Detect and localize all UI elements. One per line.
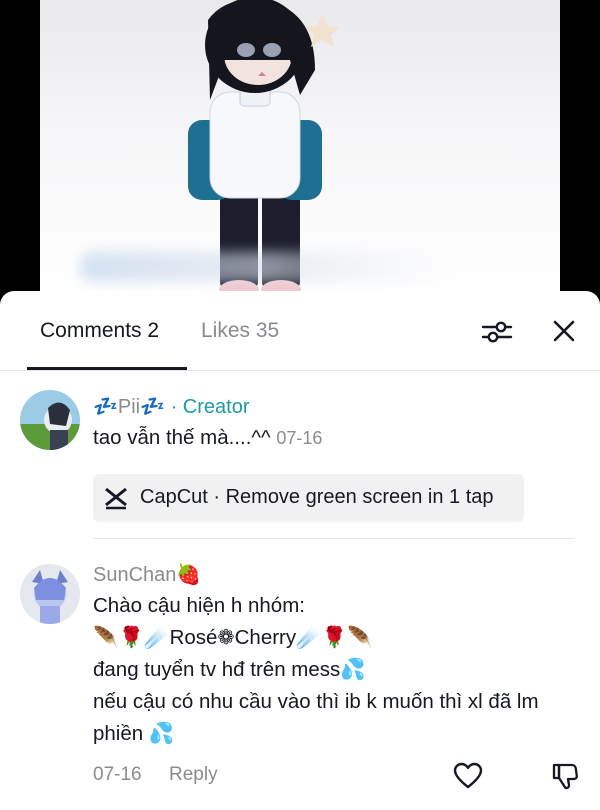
thumbs-down-icon xyxy=(552,763,578,790)
creator-badge: · Creator xyxy=(165,396,250,418)
avatar[interactable] xyxy=(20,564,80,624)
comment-timestamp: 07-16 xyxy=(276,428,323,448)
capcut-promo[interactable]: CapCut · Remove green screen in 1 tap xyxy=(93,474,524,522)
comment-body: tao vẫn thế mà....^^ xyxy=(93,426,271,449)
tab-bar: Comments 2 Likes 35 xyxy=(0,291,600,371)
comment-line: đang tuyển tv hđ trên mess💦 xyxy=(93,658,366,681)
comment-text: tao vẫn thế mà....^^ 07-16 xyxy=(93,422,322,454)
comment-timestamp: 07-16 xyxy=(93,764,142,785)
capcut-logo xyxy=(105,487,127,510)
heart-icon xyxy=(453,762,483,789)
sliders-icon xyxy=(481,321,513,343)
capcut-promo-text: CapCut · Remove green screen in 1 tap xyxy=(140,486,494,508)
close-icon xyxy=(553,320,575,342)
comment-line: nếu cậu có nhu cầu vào thì ib k muốn thì… xyxy=(93,690,539,713)
comment-text: Chào cậu hiện h nhóm: 🪶🌹☄️Rosé❁Cherry☄️🌹… xyxy=(93,590,539,750)
reply-button[interactable]: Reply xyxy=(169,764,218,786)
tab-comments[interactable]: Comments 2 xyxy=(40,319,159,343)
avatar-image xyxy=(20,390,80,450)
video-preview[interactable] xyxy=(0,0,600,300)
dislike-button[interactable] xyxy=(551,762,579,790)
video-frame xyxy=(40,0,560,300)
comment-username[interactable]: 💤Pii💤 · Creator xyxy=(93,394,250,419)
tab-divider xyxy=(0,370,600,371)
blurred-caption xyxy=(80,252,450,282)
comment-actions: 07-16 Reply xyxy=(0,762,600,792)
tab-likes[interactable]: Likes 35 xyxy=(201,319,279,343)
username-text[interactable]: 💤Pii💤 xyxy=(93,396,165,418)
comment-line: 🪶🌹☄️Rosé❁Cherry☄️🌹🪶 xyxy=(93,626,373,649)
comment-separator xyxy=(93,538,575,539)
comment-line: Chào cậu hiện h nhóm: xyxy=(93,594,305,617)
comment-username[interactable]: SunChan🍓 xyxy=(93,562,201,587)
comment-line: phiền 💦 xyxy=(93,722,175,745)
like-button[interactable] xyxy=(453,762,483,790)
close-button[interactable] xyxy=(548,317,582,347)
avatar[interactable] xyxy=(20,390,80,450)
avatar-image xyxy=(20,564,80,624)
filter-button[interactable] xyxy=(480,317,514,347)
